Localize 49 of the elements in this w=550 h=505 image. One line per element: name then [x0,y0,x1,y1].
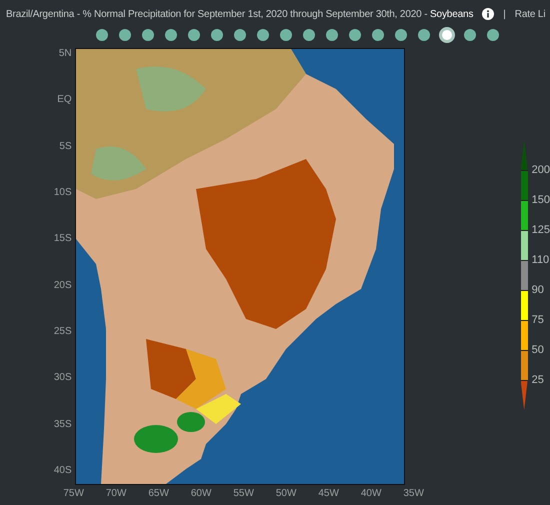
timeline-dot[interactable] [464,29,476,41]
legend-label: 50 [532,343,545,358]
timeline-dot[interactable] [487,29,499,41]
info-icon[interactable] [482,8,494,20]
legend-label: 25 [532,373,545,388]
legend-label: 200 [532,163,550,178]
timeline-dot[interactable] [418,29,430,41]
latitude-label: 10S [54,186,72,199]
map-title: Brazil/Argentina - % Normal Precipitation for September 1st, 2020 through September 30th, 2020 - Soybeans [6,8,474,20]
legend-label: 150 [532,193,550,208]
timeline-dot[interactable] [280,29,292,41]
latitude-label: EQ [57,94,72,106]
rate-link[interactable]: Rate Li [514,8,546,20]
longitude-label: 70W [104,488,128,499]
legend-label: 125 [532,223,550,238]
latitude-label: 15S [54,233,72,246]
timeline-dot[interactable] [165,29,177,41]
longitude-label: 50W [274,488,298,499]
legend-label: 90 [532,283,545,298]
timeline-dot[interactable] [234,29,246,41]
latitude-label: 5N [58,48,72,60]
longitude-label: 60W [190,488,212,499]
timeline-dot[interactable] [326,29,338,41]
latitude-label: 5S [59,140,72,153]
timeline-dot[interactable] [439,27,455,43]
timeline-dot[interactable] [211,29,223,41]
longitude-label: 75W [62,488,85,499]
timeline-dot[interactable] [142,29,154,41]
separator: | [503,8,506,20]
latitude-label: 20S [54,280,72,292]
timeline-dot[interactable] [188,29,200,41]
longitude-label: 45W [317,488,340,499]
timeline-dot[interactable] [119,29,131,41]
latitude-label: 35S [54,418,72,431]
timeline-dot[interactable] [372,29,384,41]
legend-label: 75 [532,313,545,328]
timeline-dot[interactable] [303,29,315,41]
longitude-label: 65W [147,488,170,499]
latitude-label: 30S [54,372,72,384]
timeline-dot[interactable] [257,29,269,41]
timeline-dot[interactable] [395,29,407,41]
latitude-label: 40S [54,464,72,477]
longitude-label: 35W [402,488,425,499]
timeline-dot[interactable] [349,29,361,41]
longitude-label: 40W [360,488,382,499]
latitude-label: 25S [54,326,72,338]
longitude-label: 55W [232,488,255,499]
legend-label: 110 [532,253,550,268]
timeline-dot[interactable] [96,29,108,41]
